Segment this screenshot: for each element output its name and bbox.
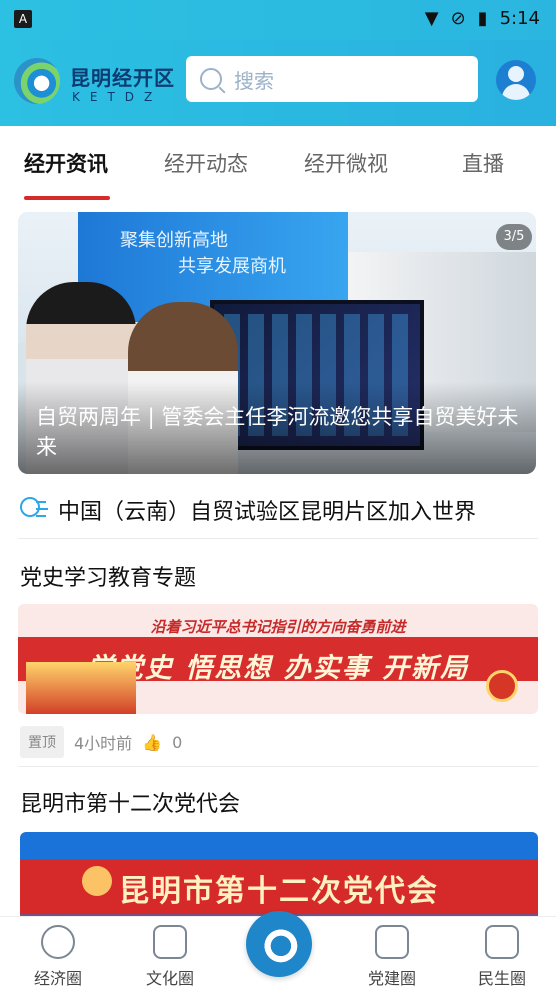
nav-economy-label: 经济圈 [33, 969, 82, 988]
nav-culture[interactable]: 文化圈 [120, 925, 220, 989]
notice-row[interactable]: 中国（云南）自贸试验区昆明片区加入世界 [18, 488, 538, 532]
poster-gate-graphic [26, 662, 136, 714]
banner-counter: 3/5 [496, 224, 532, 250]
tab-live[interactable]: 直播 [462, 148, 504, 178]
brand-title: 昆明经开区 [70, 66, 175, 90]
center-logo-icon [260, 925, 298, 963]
poster-party-history[interactable]: 沿着习近平总书记指引的方向奋勇前进 学党史 悟思想 办实事 开新局 [18, 604, 538, 714]
section-title-congress[interactable]: 昆明市第十二次党代会 [20, 786, 240, 818]
banner-wall-text-2: 共享发展商机 [178, 256, 286, 277]
center-logo-button[interactable] [246, 911, 312, 977]
nav-livelihood-label: 民生圈 [477, 969, 526, 988]
signal-off-icon: ⊘ [450, 8, 466, 29]
nav-party-building-label: 党建圈 [367, 969, 416, 988]
active-tab-indicator [24, 196, 110, 200]
banner-wall-text-1: 聚集创新高地 [120, 230, 228, 251]
avatar-head [508, 66, 524, 82]
wallet-icon [485, 925, 519, 959]
globe-currency-icon [41, 925, 75, 959]
nav-livelihood[interactable]: 民生圈 [452, 925, 552, 989]
divider-2 [18, 766, 538, 767]
avatar-body [502, 84, 530, 100]
notice-text: 中国（云南）自贸试验区昆明片区加入世界 [58, 500, 477, 525]
status-bar: A ▼ ⊘ ▮ 5:14 [0, 0, 556, 40]
thumb-up-icon[interactable]: 👍 [142, 733, 162, 752]
top-header: 昆明经开区 KETDZ 搜索 [0, 40, 556, 126]
notice-list-icon-ring [20, 497, 40, 517]
status-right: ▼ ⊘ ▮ 5:14 [425, 8, 540, 29]
battery-icon: ▮ [477, 8, 488, 29]
search-input[interactable]: 搜索 [186, 56, 478, 102]
user-avatar-icon[interactable] [496, 60, 536, 100]
notice-list-icon [18, 495, 48, 525]
tab-news[interactable]: 经开资讯 [24, 148, 108, 178]
banner-title: 自贸两周年 | 管委会主任李河流邀您共享自贸美好未来 [36, 405, 519, 459]
brand-subtitle: KETDZ [72, 90, 163, 104]
search-icon [200, 68, 222, 90]
tabs: 经开资讯 经开动态 经开微视 直播 [0, 126, 556, 200]
carousel-banner[interactable]: 聚集创新高地 共享发展商机 自贸两周年 | 管委会主任李河流邀您共享自贸美好未来… [18, 212, 536, 474]
tab-updates[interactable]: 经开动态 [164, 148, 248, 178]
poster-top-text: 沿着习近平总书记指引的方向奋勇前进 [150, 618, 406, 636]
poster2-main-text: 昆明市第十二次党代会 [119, 874, 439, 909]
book-icon [153, 925, 187, 959]
nav-culture-label: 文化圈 [145, 969, 194, 988]
nav-party-building[interactable]: 党建圈 [342, 925, 442, 989]
nav-economy[interactable]: 经济圈 [8, 925, 108, 989]
section-title-party-history[interactable]: 党史学习教育专题 [20, 560, 196, 592]
brand-logo [14, 58, 60, 104]
post-time: 4小时前 [74, 734, 133, 753]
status-time: 5:14 [499, 8, 540, 29]
tab-micro-video[interactable]: 经开微视 [304, 148, 388, 178]
wifi-icon: ▼ [424, 8, 439, 29]
divider-1 [18, 538, 538, 539]
notice-list-icon-line-3 [36, 515, 46, 517]
poster-emblem-icon [486, 670, 518, 702]
bottom-navigation: 经济圈 文化圈 党建圈 民生圈 [0, 911, 556, 991]
pinned-tag: 置顶 [20, 726, 64, 758]
status-app-badge: A [14, 10, 32, 28]
like-count: 0 [172, 732, 183, 752]
notice-list-icon-line-1 [36, 501, 46, 503]
id-card-icon [375, 925, 409, 959]
post-meta: 置顶 4小时前 👍 0 [20, 726, 182, 758]
notice-list-icon-line-2 [36, 508, 48, 510]
search-placeholder: 搜索 [234, 68, 274, 93]
